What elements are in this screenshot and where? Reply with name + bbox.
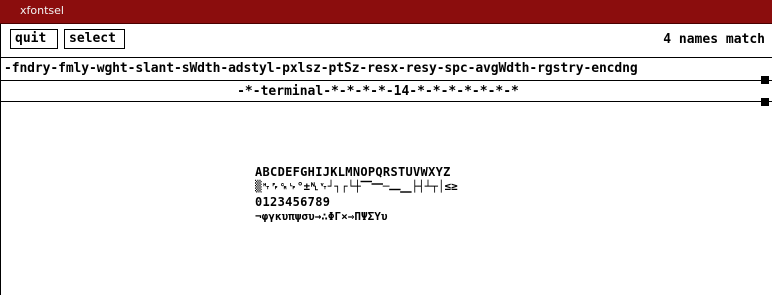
resize-handle-icon[interactable] — [761, 98, 769, 106]
match-count: 4 names match — [663, 32, 765, 47]
title-bar: xfontsel — [0, 0, 772, 24]
font-sample: ABCDEFGHIJKLMNOPQRSTUVWXYZ ▒␉␌␍␊°±␤␋┘┐┌└… — [255, 165, 555, 225]
quit-button[interactable]: quit — [10, 29, 58, 49]
sample-line-digits: 0123456789 — [255, 195, 331, 209]
pattern-row: -*-terminal-*-*-*-*-14-*-*-*-*-*-*-* — [1, 80, 772, 106]
xfontsel-window: quit select 4 names match -fndry-fmly-wg… — [0, 24, 772, 295]
sample-line-graphics: ▒␉␌␍␊°±␤␋┘┐┌└┼⎺⎻─⎼⎽├┤┴┬│≤≥ — [255, 180, 458, 193]
command-bar: quit select 4 names match — [1, 24, 772, 55]
current-pattern: -*-terminal-*-*-*-*-14-*-*-*-*-*-*-* — [237, 84, 519, 99]
field-names[interactable]: -fndry-fmly-wght-slant-sWdth-adstyl-pxls… — [4, 61, 638, 76]
sample-line-uppercase: ABCDEFGHIJKLMNOPQRSTUVWXYZ — [255, 165, 451, 179]
field-menu-row: -fndry-fmly-wght-slant-sWdth-adstyl-pxls… — [1, 57, 772, 84]
window-title: xfontsel — [20, 4, 64, 17]
select-button[interactable]: select — [64, 29, 125, 49]
sample-line-greek: ¬φγκυπψσυ→∴ΦΓ×⇒ΠΨΣΥυ — [255, 210, 388, 223]
